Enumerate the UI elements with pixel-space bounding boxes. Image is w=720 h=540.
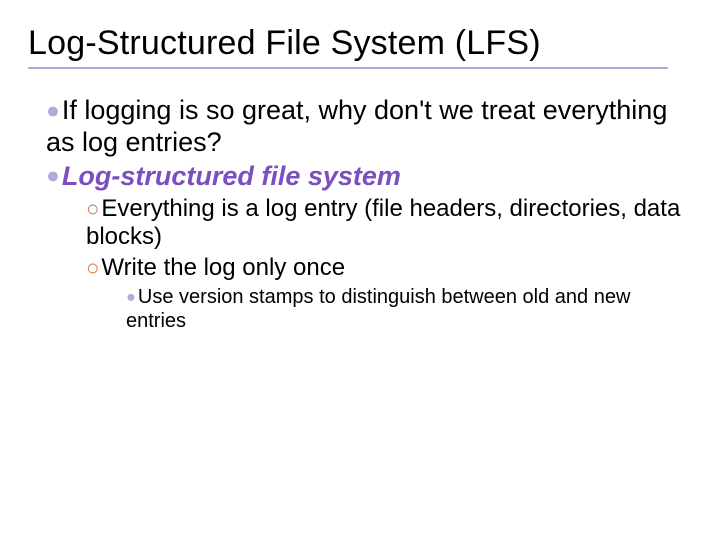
page-title: Log-Structured File System (LFS) [28, 24, 692, 63]
circle-icon: ○ [86, 196, 99, 222]
disc-icon: ● [46, 162, 60, 189]
title-divider [28, 67, 668, 69]
bullet-level1: ●Log-structured file system [46, 161, 692, 193]
disc-icon: ● [126, 287, 136, 307]
bullet-text: If logging is so great, why don't we tre… [46, 95, 667, 157]
bullet-text-emphasis: Log-structured file system [62, 161, 401, 191]
disc-icon: ● [46, 97, 60, 124]
bullet-level2: ○Everything is a log entry (file headers… [86, 195, 692, 253]
bullet-text: Write the log only once [101, 254, 345, 281]
bullet-level3: ●Use version stamps to distinguish betwe… [126, 285, 692, 334]
circle-icon: ○ [86, 255, 99, 281]
bullet-level2: ○Write the log only once [86, 254, 692, 283]
slide: Log-Structured File System (LFS) ●If log… [0, 0, 720, 540]
bullet-text: Use version stamps to distinguish betwee… [126, 286, 630, 332]
bullet-text: Everything is a log entry (file headers,… [86, 195, 680, 251]
bullet-level1: ●If logging is so great, why don't we tr… [46, 95, 692, 159]
